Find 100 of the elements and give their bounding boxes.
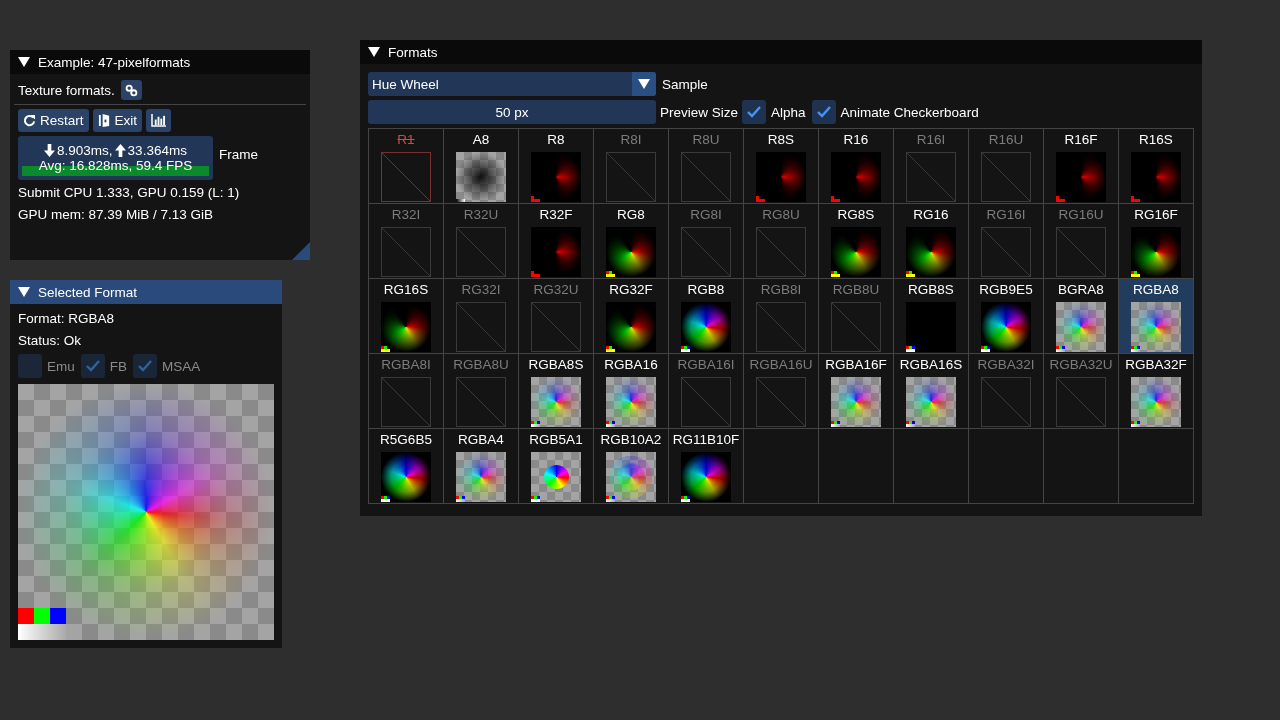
format-cell[interactable]: RGBA16S: [894, 354, 969, 429]
sample-dropdown[interactable]: Hue Wheel: [368, 72, 656, 96]
collapse-triangle-icon[interactable]: [368, 47, 380, 57]
format-cell[interactable]: RG16U: [1044, 204, 1119, 279]
window-title-bar[interactable]: Selected Format: [10, 280, 282, 304]
format-cell[interactable]: RG16S: [369, 279, 444, 354]
texture-preview-drawing: [681, 302, 731, 352]
exit-button[interactable]: Exit: [92, 109, 143, 132]
option-checkbox[interactable]: Alpha: [742, 100, 806, 124]
format-cell[interactable]: RGBA4: [444, 429, 519, 504]
invalid-preview-icon: [381, 152, 431, 202]
checkmark-icon: [138, 360, 153, 372]
empty-preview-icon: [756, 227, 806, 277]
window-title-bar[interactable]: Example: 47-pixelformats: [10, 50, 310, 74]
format-cell[interactable]: RGBA8U: [444, 354, 519, 429]
format-cell[interactable]: RGB5A1: [519, 429, 594, 504]
preview-size-input[interactable]: 50 px: [368, 100, 656, 124]
format-cell[interactable]: RGB8U: [819, 279, 894, 354]
empty-preview-icon: [381, 227, 431, 277]
format-cell[interactable]: RGB9E5: [969, 279, 1044, 354]
texture-preview-drawing: [906, 377, 956, 427]
format-cell[interactable]: R8: [519, 129, 594, 204]
format-cell[interactable]: BGRA8: [1044, 279, 1119, 354]
format-cell[interactable]: RG16: [894, 204, 969, 279]
empty-preview-icon: [1056, 377, 1106, 427]
collapse-triangle-icon[interactable]: [18, 57, 30, 67]
empty-preview-icon: [681, 377, 731, 427]
texture-preview-drawing: [1056, 302, 1106, 352]
collapse-triangle-icon[interactable]: [18, 287, 30, 297]
format-cell[interactable]: RG8: [594, 204, 669, 279]
format-cell[interactable]: RGBA32F: [1119, 354, 1194, 429]
format-cell[interactable]: RG8I: [669, 204, 744, 279]
format-cell[interactable]: R5G6B5: [369, 429, 444, 504]
empty-preview-icon: [456, 377, 506, 427]
format-cell[interactable]: R8U: [669, 129, 744, 204]
window-title-bar[interactable]: Formats: [360, 40, 1202, 64]
option-checkbox[interactable]: Animate Checkerboard: [811, 100, 979, 124]
texture-preview-drawing: [531, 227, 581, 277]
chart-button[interactable]: [146, 109, 172, 132]
format-cell[interactable]: R8S: [744, 129, 819, 204]
texture-preview-drawing: [1131, 377, 1181, 427]
texture-preview-drawing: [1131, 302, 1181, 352]
format-cell[interactable]: RGBA16F: [819, 354, 894, 429]
texture-preview-drawing: [531, 452, 581, 502]
window-title: Formats: [388, 44, 438, 60]
format-cell[interactable]: RGB8I: [744, 279, 819, 354]
window-title: Selected Format: [38, 284, 138, 300]
empty-preview-icon: [681, 152, 731, 202]
empty-preview-icon: [981, 152, 1031, 202]
format-cell[interactable]: RGBA8: [1119, 279, 1194, 354]
format-cell[interactable]: RGB8S: [894, 279, 969, 354]
texture-preview-drawing: [381, 452, 431, 502]
bar-chart-icon: [151, 114, 167, 127]
format-cell[interactable]: R32F: [519, 204, 594, 279]
format-cell[interactable]: RGB10A2: [594, 429, 669, 504]
texture-preview-drawing: [606, 227, 656, 277]
empty-preview-icon: [531, 302, 581, 352]
format-cell[interactable]: RGBA16U: [744, 354, 819, 429]
preview-size-label: Preview Size: [660, 104, 739, 120]
texture-preview-drawing: [606, 452, 656, 502]
format-cell[interactable]: R16I: [894, 129, 969, 204]
format-cell[interactable]: R16S: [1119, 129, 1194, 204]
link-button[interactable]: [120, 80, 142, 100]
empty-preview-icon: [1056, 227, 1106, 277]
format-cell[interactable]: RGBA8S: [519, 354, 594, 429]
format-cell[interactable]: RGBA8I: [369, 354, 444, 429]
format-cell[interactable]: RG32F: [594, 279, 669, 354]
format-cell[interactable]: RG32U: [519, 279, 594, 354]
empty-preview-icon: [681, 227, 731, 277]
resize-grip-icon[interactable]: [292, 242, 310, 260]
empty-preview-icon: [981, 377, 1031, 427]
format-cell[interactable]: A8: [444, 129, 519, 204]
format-cell[interactable]: R16U: [969, 129, 1044, 204]
empty-preview-icon: [756, 377, 806, 427]
status-text: Status: Ok: [18, 332, 83, 350]
format-cell[interactable]: RG8U: [744, 204, 819, 279]
texture-preview-drawing: [831, 377, 881, 427]
format-cell[interactable]: R16F: [1044, 129, 1119, 204]
format-cell[interactable]: R16: [819, 129, 894, 204]
format-cell[interactable]: R1: [369, 129, 444, 204]
format-cell[interactable]: RG16I: [969, 204, 1044, 279]
format-cell[interactable]: R32I: [369, 204, 444, 279]
texture-preview-drawing: [1131, 152, 1181, 202]
texture-preview-drawing: [831, 152, 881, 202]
format-cell[interactable]: RG32I: [444, 279, 519, 354]
restart-button[interactable]: Restart: [18, 109, 89, 132]
format-cell[interactable]: R8I: [594, 129, 669, 204]
format-cell[interactable]: RG11B10F: [669, 429, 744, 504]
format-cell[interactable]: R32U: [444, 204, 519, 279]
format-cell[interactable]: RGBA32I: [969, 354, 1044, 429]
format-cell[interactable]: RG8S: [819, 204, 894, 279]
texture-preview-drawing: [756, 152, 806, 202]
format-cell[interactable]: RGBA16I: [669, 354, 744, 429]
texture-preview-drawing: [1131, 227, 1181, 277]
stats-text: GPU mem: 87.39 MiB / 7.13 GiB: [18, 206, 215, 224]
texture-preview-drawing: [456, 452, 506, 502]
format-cell[interactable]: RG16F: [1119, 204, 1194, 279]
format-cell[interactable]: RGBA32U: [1044, 354, 1119, 429]
format-cell[interactable]: RGBA16: [594, 354, 669, 429]
format-cell[interactable]: RGB8: [669, 279, 744, 354]
